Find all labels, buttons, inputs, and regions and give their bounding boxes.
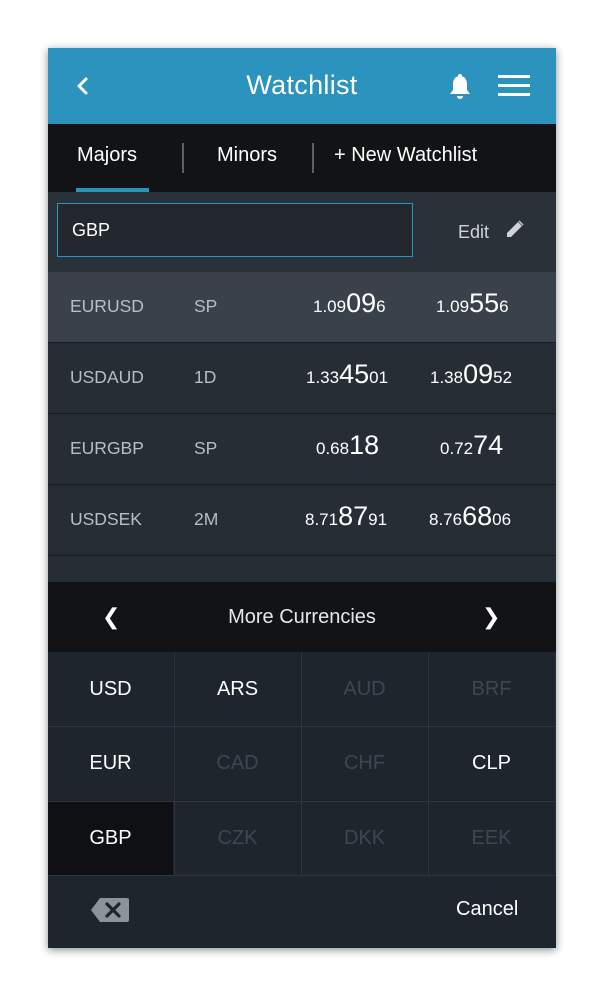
grid-divider — [301, 652, 302, 876]
symbol: USDAUD — [70, 367, 144, 387]
ask-price[interactable]: 1.09556 — [436, 288, 509, 319]
currency-key-brf: BRF — [429, 653, 554, 726]
currency-key-usd[interactable]: USD — [48, 653, 173, 726]
grid-divider — [555, 652, 556, 876]
currency-key-eur[interactable]: EUR — [48, 727, 173, 800]
tenor: SP — [194, 296, 218, 316]
grid-divider — [48, 726, 556, 727]
currency-key-dkk: DKK — [302, 802, 427, 875]
keypad-footer: Cancel — [48, 876, 556, 948]
tab-divider — [182, 143, 184, 173]
bell-icon[interactable] — [446, 72, 474, 102]
ask-price[interactable]: 0.7274 — [440, 430, 503, 461]
page-title: Watchlist — [246, 70, 358, 100]
bid-price[interactable]: 0.6818 — [316, 430, 379, 461]
currency-keypad: ❮ More Currencies ❯ USD ARS AUD BRF EUR … — [48, 582, 556, 948]
menu-icon[interactable] — [496, 72, 532, 100]
keypad-header: ❮ More Currencies ❯ — [48, 582, 556, 652]
grid-divider — [48, 801, 556, 802]
backspace-icon[interactable] — [90, 896, 130, 924]
pencil-icon[interactable] — [504, 218, 526, 240]
header-bar: Watchlist — [48, 48, 556, 124]
currency-key-czk: CZK — [175, 802, 300, 875]
currency-filter-input[interactable]: GBP — [57, 203, 413, 257]
tab-majors[interactable]: Majors — [77, 144, 137, 167]
tab-minors[interactable]: Minors — [217, 144, 277, 167]
grid-divider — [174, 652, 175, 876]
currency-key-ars[interactable]: ARS — [175, 653, 300, 726]
cancel-button[interactable]: Cancel — [456, 898, 518, 921]
keypad-title: More Currencies — [228, 606, 376, 628]
quote-row[interactable]: USDAUD 1D 1.334501 1.380952 — [48, 343, 556, 414]
symbol: EURGBP — [70, 438, 144, 458]
quote-row[interactable]: EURUSD SP 1.09096 1.09556 — [48, 272, 556, 343]
edit-button[interactable]: Edit — [458, 222, 489, 243]
currency-key-gbp[interactable]: GBP — [48, 802, 173, 875]
ask-price[interactable]: 1.380952 — [430, 359, 512, 390]
currency-key-clp[interactable]: CLP — [429, 727, 554, 800]
symbol: EURUSD — [70, 296, 144, 316]
tab-new-watchlist[interactable]: + New Watchlist — [334, 144, 477, 167]
currency-key-aud: AUD — [302, 653, 427, 726]
tab-divider — [312, 143, 314, 173]
currency-key-eek: EEK — [429, 802, 554, 875]
next-page-button[interactable]: ❯ — [482, 604, 500, 630]
app-window: Watchlist Majors Minors + New Watchlist … — [48, 48, 556, 948]
tenor: SP — [194, 438, 218, 458]
watchlist-tabs: Majors Minors + New Watchlist — [48, 124, 556, 192]
symbol: USDSEK — [70, 509, 142, 529]
bid-price[interactable]: 8.718791 — [305, 501, 387, 532]
ask-price[interactable]: 8.766806 — [429, 501, 511, 532]
tenor: 2M — [194, 509, 219, 529]
tenor: 1D — [194, 367, 217, 387]
filter-row: GBP Edit — [48, 192, 556, 272]
quote-row[interactable]: USDSEK 2M 8.718791 8.766806 — [48, 485, 556, 556]
currency-key-chf: CHF — [302, 727, 427, 800]
bid-price[interactable]: 1.09096 — [313, 288, 386, 319]
grid-divider — [428, 652, 429, 876]
currency-key-cad: CAD — [175, 727, 300, 800]
bid-price[interactable]: 1.334501 — [306, 359, 388, 390]
quote-row[interactable]: EURGBP SP 0.6818 0.7274 — [48, 414, 556, 485]
